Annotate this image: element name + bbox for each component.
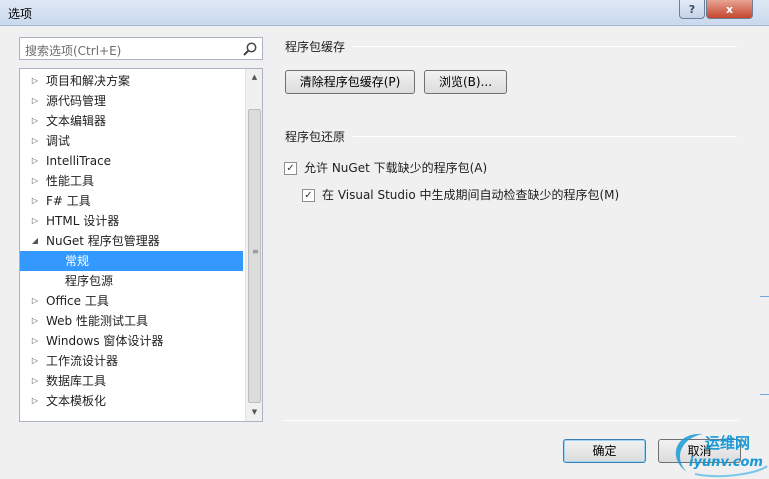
tree-item[interactable]: ▷ Web 性能测试工具 <box>20 311 243 331</box>
footer-divider <box>283 420 739 421</box>
expand-arrow-icon[interactable]: ▷ <box>30 311 40 331</box>
close-button[interactable]: x <box>706 0 753 19</box>
tree-item-label: 调试 <box>46 134 71 148</box>
tree-item-label: 工作流设计器 <box>46 354 119 368</box>
expand-arrow-icon[interactable]: ▷ <box>30 71 40 91</box>
window-title: 选项 <box>8 7 33 21</box>
expand-arrow-icon[interactable]: ▷ <box>30 371 40 391</box>
expand-arrow-icon[interactable]: ▷ <box>30 391 40 411</box>
tree-item[interactable]: ▷ HTML 设计器 <box>20 211 243 231</box>
tree-item-label: Office 工具 <box>46 294 109 308</box>
grip-icon: ≡ <box>252 247 259 256</box>
tree-item-label: Web 性能测试工具 <box>46 314 148 328</box>
background-window-edge <box>760 394 769 395</box>
options-tree[interactable]: ▷ 项目和解决方案 ▷ 源代码管理 ▷ 文本编辑器 ▷ 调试 ▷ IntelliTrace ▷ 性能工… <box>19 68 263 422</box>
search-placeholder: 搜索选项(Ctrl+E) <box>25 44 122 58</box>
tree-item[interactable]: ▷ 数据库工具 <box>20 371 243 391</box>
tree-item-label: 文本编辑器 <box>46 114 107 128</box>
tree-item-label: NuGet 程序包管理器 <box>46 234 160 248</box>
search-input[interactable]: 搜索选项(Ctrl+E) <box>19 37 263 60</box>
background-window-edge <box>760 296 769 297</box>
tree-item[interactable]: ◢ NuGet 程序包管理器 <box>20 231 243 251</box>
auto-check-checkbox[interactable]: ✓ <box>302 189 315 202</box>
tree-item[interactable]: ▷ 文本模板化 <box>20 391 243 411</box>
tree-item[interactable]: ▷ Office 工具 <box>20 291 243 311</box>
restore-section-divider <box>353 136 737 137</box>
expand-arrow-icon[interactable]: ▷ <box>30 331 40 351</box>
tree-item[interactable]: ▷ 调试 <box>20 131 243 151</box>
tree-item-label: 数据库工具 <box>46 374 107 388</box>
expand-arrow-icon[interactable]: ▷ <box>30 191 40 211</box>
allow-download-checkbox[interactable]: ✓ <box>284 162 297 175</box>
tree-child-item[interactable]: 程序包源 <box>20 271 243 291</box>
clear-cache-button[interactable]: 清除程序包缓存(P) <box>285 70 415 94</box>
tree-item-label: Windows 窗体设计器 <box>46 334 164 348</box>
tree-item[interactable]: ▷ 文本编辑器 <box>20 111 243 131</box>
tree-item[interactable]: ▷ 性能工具 <box>20 171 243 191</box>
tree-item-label: IntelliTrace <box>46 154 112 168</box>
tree-item[interactable]: ▷ F# 工具 <box>20 191 243 211</box>
expand-arrow-icon[interactable]: ▷ <box>30 351 40 371</box>
tree-child-item[interactable]: 常规 <box>20 251 243 271</box>
tree-item[interactable]: ▷ Windows 窗体设计器 <box>20 331 243 351</box>
tree-item-label: F# 工具 <box>46 194 91 208</box>
search-icon[interactable] <box>242 41 258 57</box>
scrollbar-thumb[interactable]: ≡ <box>248 109 261 403</box>
expand-arrow-icon[interactable]: ▷ <box>30 291 40 311</box>
watermark-line2: iyunv.com <box>689 455 763 470</box>
tree-item-label: 文本模板化 <box>46 394 107 408</box>
expand-arrow-icon[interactable]: ▷ <box>30 211 40 231</box>
scroll-down-arrow-icon[interactable]: ▼ <box>246 404 262 421</box>
auto-check-label[interactable]: 在 Visual Studio 中生成期间自动检查缺少的程序包(M) <box>322 187 619 203</box>
cache-section-divider <box>353 46 737 47</box>
expand-arrow-icon[interactable]: ▷ <box>30 111 40 131</box>
tree-item-label: 项目和解决方案 <box>46 74 131 88</box>
tree-scrollbar[interactable]: ▲ ≡ ▼ <box>245 69 262 421</box>
tree-item[interactable]: ▷ IntelliTrace <box>20 151 243 171</box>
scroll-up-arrow-icon[interactable]: ▲ <box>246 69 262 86</box>
browse-button[interactable]: 浏览(B)... <box>424 70 507 94</box>
restore-section-title: 程序包还原 <box>285 130 346 144</box>
tree-item-label: 常规 <box>65 254 90 268</box>
collapse-arrow-icon[interactable]: ◢ <box>30 231 40 251</box>
allow-download-label[interactable]: 允许 NuGet 下载缺少的程序包(A) <box>304 160 487 176</box>
expand-arrow-icon[interactable]: ▷ <box>30 131 40 151</box>
help-button[interactable]: ? <box>679 0 705 19</box>
cache-section-title: 程序包缓存 <box>285 40 346 54</box>
expand-arrow-icon[interactable]: ▷ <box>30 91 40 111</box>
expand-arrow-icon[interactable]: ▷ <box>30 151 40 171</box>
watermark-line1: 运维网 <box>705 434 751 452</box>
tree-item[interactable]: ▷ 工作流设计器 <box>20 351 243 371</box>
tree-item-label: HTML 设计器 <box>46 214 120 228</box>
expand-arrow-icon[interactable]: ▷ <box>30 171 40 191</box>
tree-item-label: 源代码管理 <box>46 94 107 108</box>
tree-item-label: 性能工具 <box>46 174 95 188</box>
watermark-logo: 运维网 iyunv.com <box>665 428 769 479</box>
tree-item[interactable]: ▷ 项目和解决方案 <box>20 71 243 91</box>
tree-item-label: 程序包源 <box>65 274 114 288</box>
title-bar: 选项 <box>0 0 769 26</box>
ok-button[interactable]: 确定 <box>563 439 646 463</box>
tree-item[interactable]: ▷ 源代码管理 <box>20 91 243 111</box>
